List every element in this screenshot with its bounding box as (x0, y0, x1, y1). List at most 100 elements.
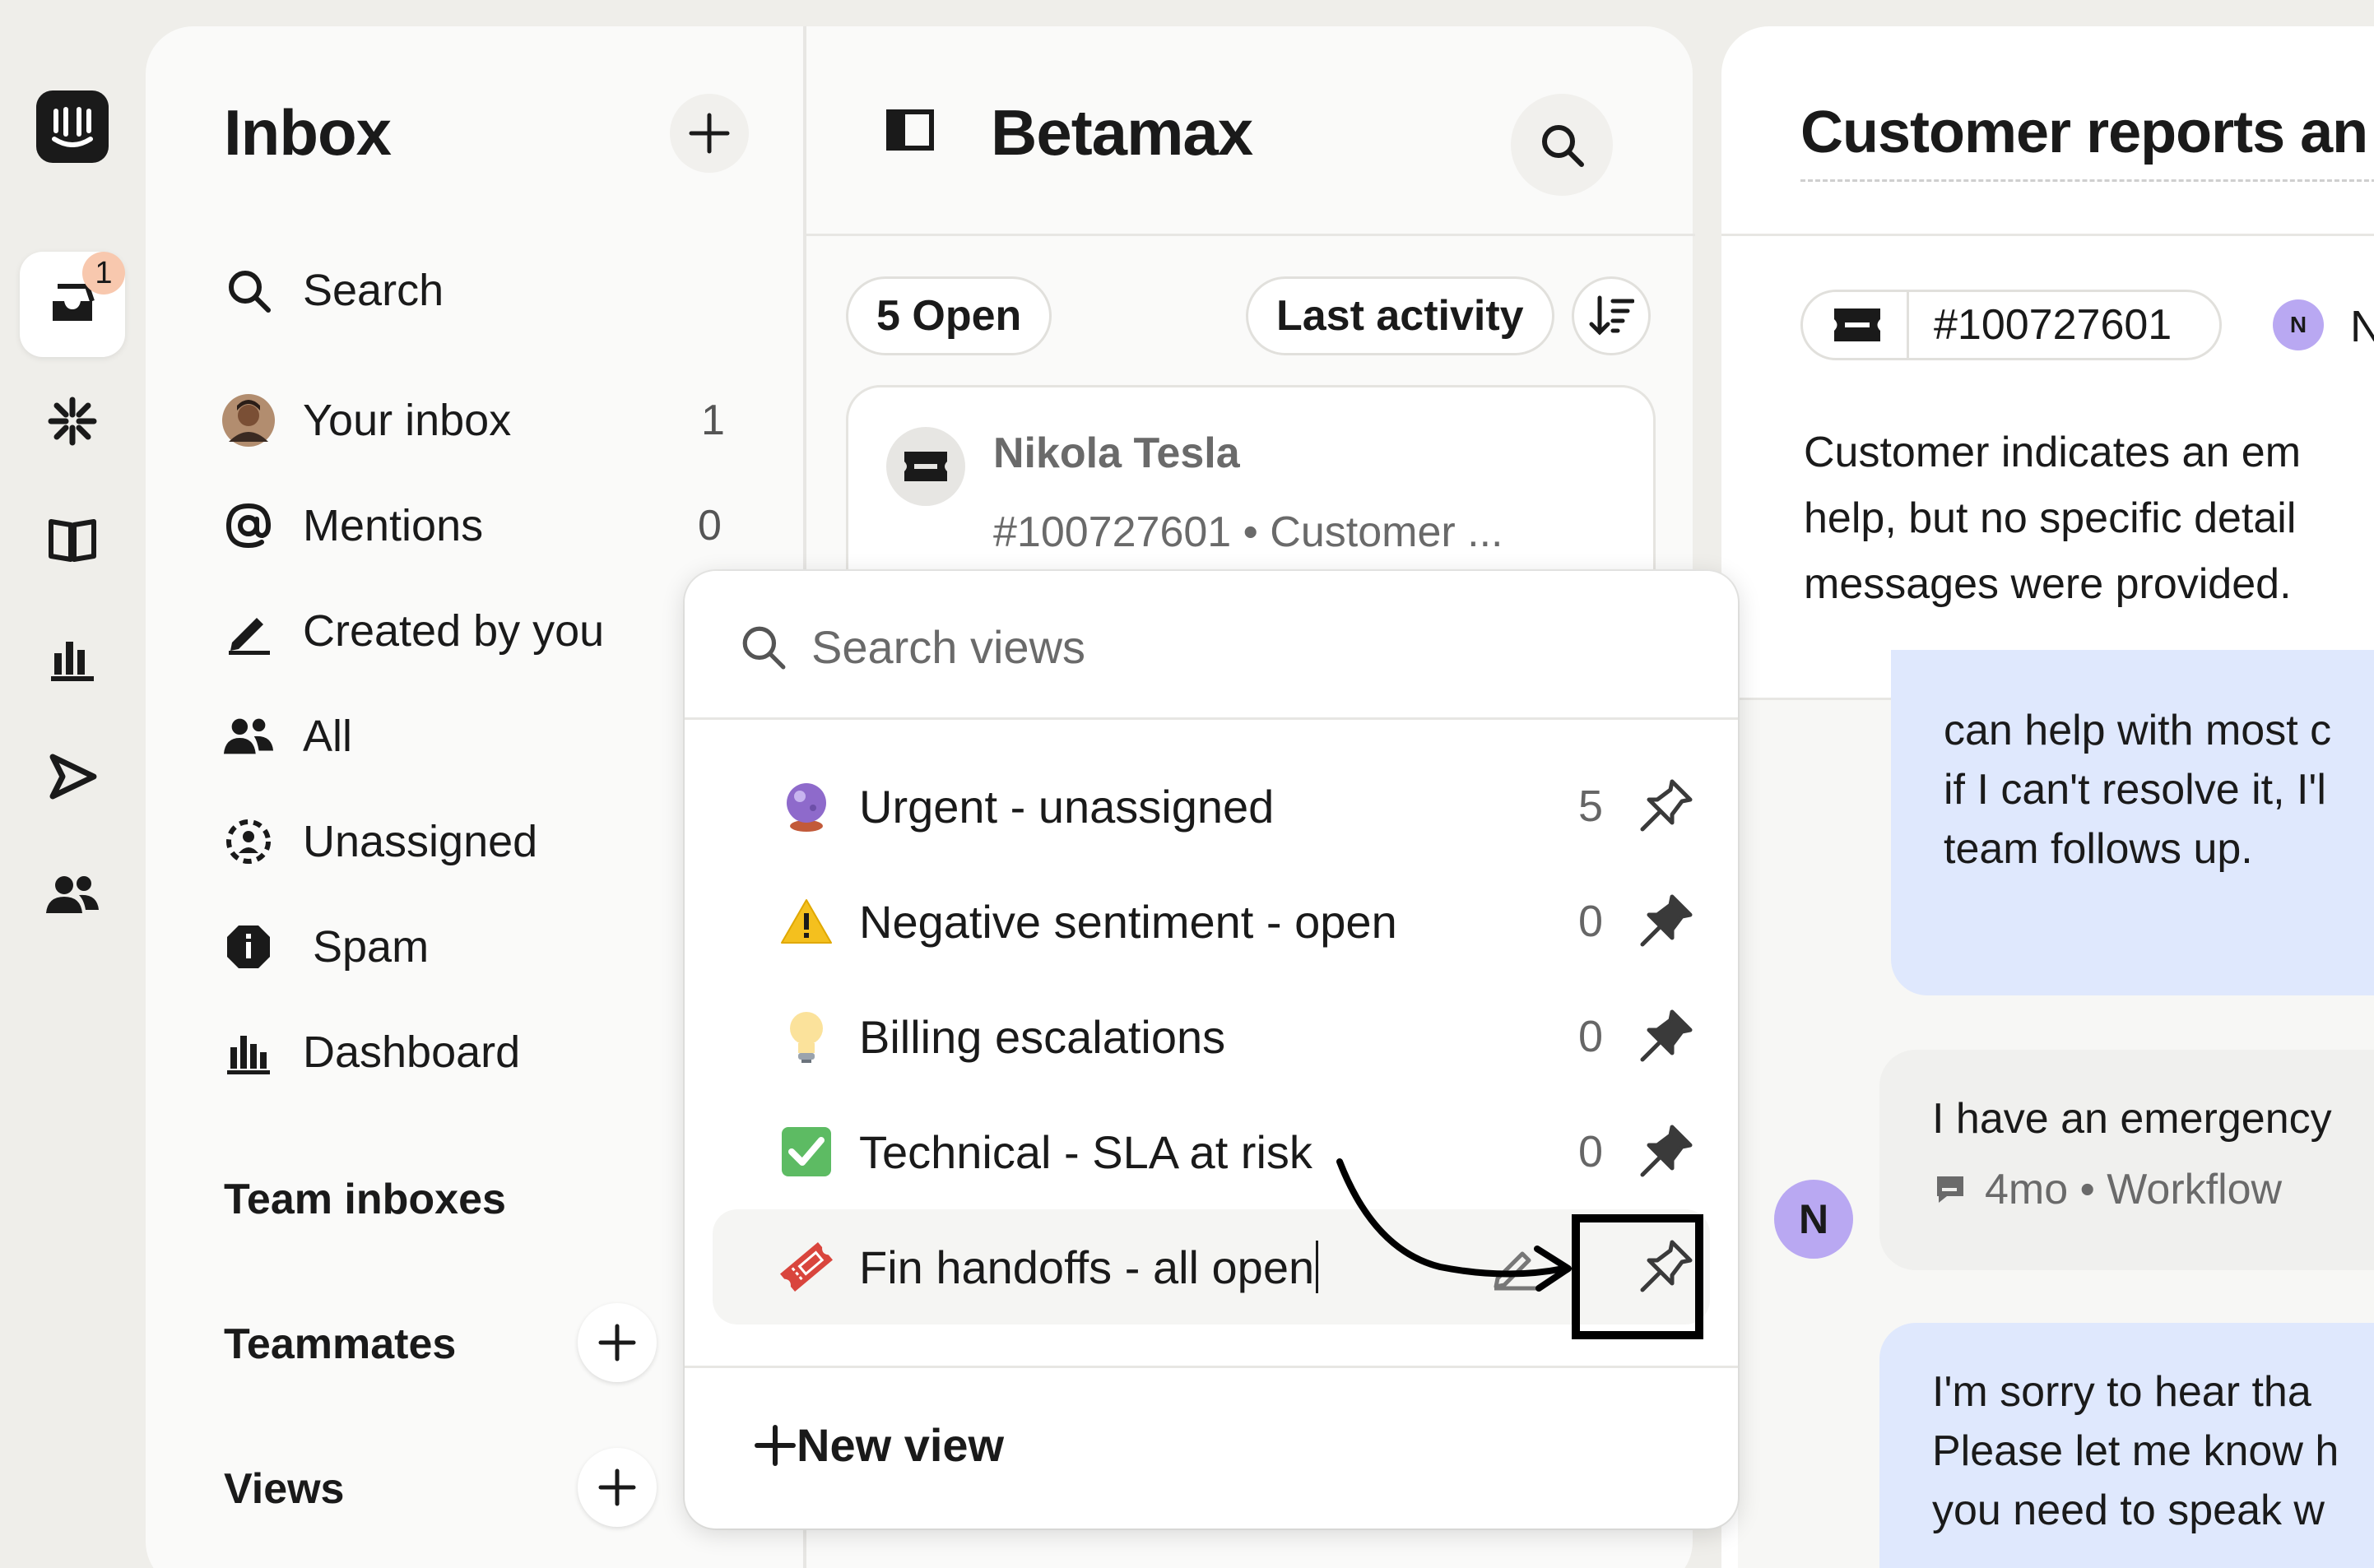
pin-icon[interactable] (1636, 892, 1695, 951)
bot-message-line: can help with most c (1944, 707, 2332, 754)
nav-all[interactable]: All (222, 699, 352, 773)
sort-pill[interactable]: Last activity (1246, 276, 1554, 355)
nav-label: Unassigned (303, 817, 538, 866)
logo-icon (52, 107, 93, 147)
detail-title-underline (1800, 179, 2374, 182)
nav-your-inbox[interactable]: Your inbox 1 (222, 383, 725, 457)
view-count: 0 (1578, 1012, 1604, 1061)
plus-icon (755, 1424, 796, 1466)
sort-icon (1589, 295, 1634, 336)
chip-divider (1907, 290, 1909, 360)
fin-spark-icon (48, 397, 97, 446)
rail-outbound-button[interactable] (20, 724, 125, 829)
at-sign-icon (222, 499, 275, 552)
user-message-bubble[interactable] (1879, 1050, 2374, 1270)
plus-icon (598, 1324, 636, 1362)
new-view-button[interactable]: New view (754, 1418, 1004, 1472)
rail-inbox-button[interactable]: 1 (20, 252, 125, 357)
card-subtitle: #100727601 • Customer ... (993, 508, 1503, 556)
popup-divider (685, 717, 1738, 720)
search-icon (222, 264, 275, 317)
nav-label: Spam (313, 922, 430, 972)
toggle-sidebar-button[interactable] (885, 109, 935, 151)
book-icon (49, 519, 96, 562)
list-search-button[interactable] (1511, 94, 1613, 196)
nav-label: Search (303, 266, 444, 315)
summary-line: messages were provided. (1804, 560, 2292, 608)
view-count: 5 (1578, 782, 1604, 831)
rail-reports-button[interactable] (20, 605, 125, 711)
nav-label: Mentions (303, 501, 484, 550)
pen-icon (222, 605, 275, 657)
check-box-icon (775, 1120, 838, 1183)
detail-title[interactable]: Customer reports an e (1800, 99, 2374, 166)
view-label: Negative sentiment - open (859, 895, 1397, 948)
warning-icon (775, 890, 838, 953)
add-teammate-button[interactable] (578, 1303, 657, 1382)
sort-direction-button[interactable] (1572, 276, 1651, 355)
app-logo[interactable] (36, 90, 109, 163)
ticket-icon (1834, 308, 1880, 341)
meta-text: 4mo • Workflow (1985, 1166, 2283, 1213)
new-conversation-button[interactable] (670, 94, 749, 173)
reply-line: Please let me know h (1932, 1427, 2339, 1475)
assignee-avatar[interactable]: N (2273, 299, 2324, 350)
popup-footer-divider (685, 1366, 1738, 1368)
teammates-heading[interactable]: Teammates (224, 1320, 456, 1369)
summary-line: help, but no specific detail (1804, 494, 2297, 542)
annotation-arrow (1336, 1158, 1572, 1292)
nav-mentions[interactable]: Mentions 0 (222, 489, 722, 563)
view-row-negative-sentiment[interactable]: Negative sentiment - open 0 (713, 864, 1710, 979)
new-view-label: New view (797, 1419, 1005, 1471)
rail-fin-button[interactable] (20, 369, 125, 474)
nav-created-by-you[interactable]: Created by you (222, 594, 604, 668)
rail-knowledge-button[interactable] (20, 485, 125, 591)
nav-label: All (303, 712, 353, 761)
open-filter-pill[interactable]: 5 Open (846, 276, 1052, 355)
ticket-id: #100727601 (1934, 301, 2172, 349)
user-message-text: I have an emergency (1932, 1095, 2332, 1143)
nav-spam[interactable]: Spam (222, 910, 429, 984)
view-row-billing-escalations[interactable]: Billing escalations 0 (713, 979, 1710, 1094)
views-search-placeholder: Search views (811, 620, 1086, 673)
sidebar-toggle-icon (886, 109, 934, 151)
plus-icon (689, 113, 730, 154)
inbox-title: Inbox (224, 96, 392, 169)
user-avatar[interactable]: N (1774, 1180, 1853, 1259)
view-row-urgent[interactable]: Urgent - unassigned 5 (713, 749, 1710, 864)
views-heading[interactable]: Views (224, 1464, 344, 1514)
nav-label: Created by you (303, 606, 605, 656)
nav-count: 1 (701, 397, 725, 444)
list-header-divider (806, 234, 1695, 236)
bot-message-line: team follows up. (1944, 825, 2253, 873)
pin-icon[interactable] (1636, 1007, 1695, 1066)
nav-label: Your inbox (303, 396, 512, 445)
search-icon (742, 626, 786, 670)
nav-dashboard[interactable]: Dashboard (222, 1015, 520, 1089)
views-search-field[interactable]: Search views (739, 607, 1685, 686)
ticket-icon (904, 452, 947, 481)
reply-line: I'm sorry to hear tha (1932, 1368, 2311, 1416)
team-inboxes-heading[interactable]: Team inboxes (224, 1175, 506, 1224)
crystal-ball-icon (775, 775, 838, 837)
nav-unassigned[interactable]: Unassigned (222, 805, 537, 879)
ticket-id-chip[interactable]: #100727601 (1800, 290, 2222, 360)
view-count: 0 (1578, 897, 1604, 946)
pin-icon[interactable] (1636, 1122, 1695, 1181)
nav-search[interactable]: Search (222, 253, 444, 327)
summary-line: Customer indicates an em (1804, 429, 2302, 476)
view-label: Urgent - unassigned (859, 780, 1275, 833)
list-title: Betamax (991, 96, 1253, 169)
people-icon (46, 876, 99, 913)
rail-contacts-button[interactable] (20, 842, 125, 948)
pin-highlight-box (1572, 1214, 1703, 1339)
chat-icon (1937, 1176, 1963, 1203)
bar-chart-icon (222, 1026, 275, 1079)
pin-icon[interactable] (1636, 777, 1695, 836)
people-icon (222, 710, 275, 763)
view-label[interactable]: Fin handoffs - all open (859, 1241, 1314, 1294)
user-message-meta: 4mo • Workflow (1934, 1165, 2282, 1214)
reply-line: you need to speak w (1932, 1487, 2325, 1534)
view-label: Billing escalations (859, 1010, 1226, 1063)
add-view-button[interactable] (578, 1448, 657, 1527)
